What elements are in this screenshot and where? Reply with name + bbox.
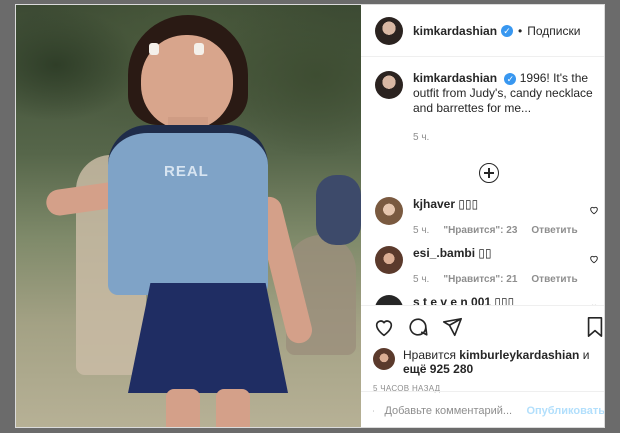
post-side-panel: kimkardashian ✓ • Подписки kimkardashian… [361, 5, 605, 427]
post-photo[interactable]: REAL [16, 5, 361, 427]
plus-circle-icon[interactable] [479, 163, 499, 183]
comment-input[interactable] [384, 404, 527, 417]
like-comment-heart-icon[interactable] [589, 254, 599, 264]
following-button[interactable]: Подписки [527, 24, 580, 38]
comment-likes[interactable]: "Нравится": 21 [443, 274, 517, 285]
author-username[interactable]: kimkardashian [413, 24, 497, 38]
bookmark-icon[interactable] [585, 316, 605, 338]
liker-avatar[interactable] [373, 348, 395, 370]
comments-list[interactable]: kimkardashian ✓ 1996! It's the outfit fr… [361, 57, 604, 305]
comment-username[interactable]: s t e v e n 001 [413, 295, 491, 305]
background-figure [316, 175, 361, 245]
post-header: kimkardashian ✓ • Подписки [361, 5, 604, 57]
barrette [149, 43, 159, 55]
likes-count[interactable]: ещё 925 280 [403, 362, 473, 376]
post-card: REAL kimkardashian ✓ • Подписки kimkarda… [15, 4, 605, 428]
comment-username[interactable]: esi_.bambi [413, 246, 475, 260]
heart-icon[interactable] [373, 316, 395, 338]
publish-button[interactable]: Опубликовать [526, 405, 604, 417]
verified-badge-icon: ✓ [501, 24, 514, 37]
photo-leg [216, 389, 250, 427]
commenter-avatar[interactable] [375, 246, 403, 274]
comment-text: ▯▯▯ [458, 197, 479, 211]
likes-prefix: Нравится [403, 348, 456, 362]
reply-button[interactable]: Ответить [531, 274, 577, 285]
photo-skirt [128, 283, 288, 393]
commenter-avatar[interactable] [375, 295, 403, 305]
commenter-avatar[interactable] [375, 197, 403, 225]
likes-middle: и [582, 348, 590, 362]
author-avatar[interactable] [375, 71, 403, 99]
emoji-icon[interactable] [373, 401, 375, 421]
comment-text: ▯▯▯ [494, 295, 515, 305]
verified-badge-icon: ✓ [504, 72, 517, 85]
share-icon[interactable] [441, 316, 463, 338]
liker-username[interactable]: kimburleykardashian [459, 348, 579, 362]
likes-summary: Нравится kimburleykardashian и ещё 925 2… [373, 348, 604, 376]
separator-dot: • [518, 23, 523, 38]
comment-text: ▯▯ [478, 246, 492, 260]
photo-shirt [108, 125, 268, 295]
comment-item: kjhaver ▯▯▯ 5 ч. "Нравится": 23 Ответить [361, 197, 604, 236]
photo-leg [166, 389, 200, 427]
action-icons [373, 314, 605, 340]
comment-time: 5 ч. [413, 274, 430, 285]
comment-item: s t e v e n 001 ▯▯▯ [361, 295, 604, 305]
caption-username[interactable]: kimkardashian [413, 71, 497, 85]
comment-time: 5 ч. [413, 225, 430, 236]
like-comment-heart-icon[interactable] [589, 205, 599, 215]
author-avatar[interactable] [375, 16, 403, 45]
comment-item: esi_.bambi ▯▯ 5 ч. "Нравится": 21 Ответи… [361, 246, 604, 285]
shirt-text: REAL [164, 163, 209, 180]
add-comment-bar: Опубликовать [361, 391, 604, 427]
reply-button[interactable]: Ответить [531, 225, 577, 236]
comment-username[interactable]: kjhaver [413, 197, 455, 211]
comment-likes[interactable]: "Нравится": 23 [443, 225, 517, 236]
comment-icon[interactable] [407, 316, 429, 338]
barrette [194, 43, 204, 55]
caption: kimkardashian ✓ 1996! It's the outfit fr… [361, 57, 604, 145]
post-actions: Нравится kimburleykardashian и ещё 925 2… [361, 305, 605, 393]
caption-time: 5 ч. [413, 132, 430, 143]
